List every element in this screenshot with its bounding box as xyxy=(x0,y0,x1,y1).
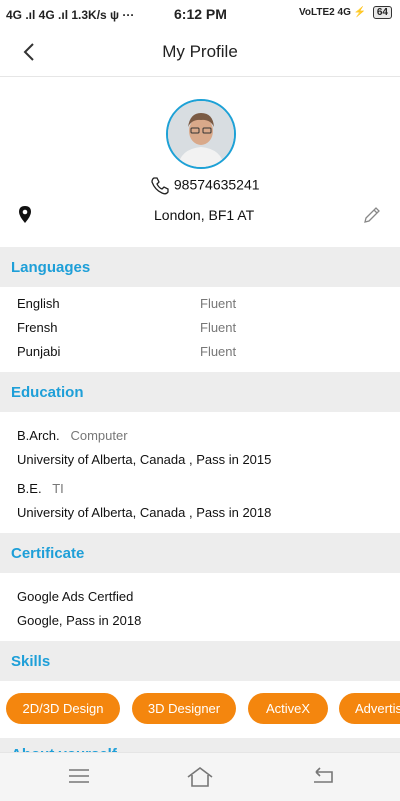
network-indicators: VoLTE2 4G ⚡ xyxy=(299,7,367,18)
certificate-name: Google Ads Certfied xyxy=(17,589,134,604)
education-detail: University of Alberta, Canada , Pass in … xyxy=(17,452,272,467)
education-title: Education xyxy=(11,384,84,401)
language-level: Fluent xyxy=(200,296,237,311)
language-level: Fluent xyxy=(200,344,237,359)
skill-chip[interactable]: 3D Designer xyxy=(132,693,236,724)
phone-icon xyxy=(151,177,169,195)
status-bar: 4G .ıl 4G .ıl 1.3K/s ψ ··· 6:12 PM VoLTE… xyxy=(0,0,400,28)
language-name: English xyxy=(17,296,60,311)
home-icon[interactable] xyxy=(186,766,214,788)
skill-chip[interactable]: ActiveX xyxy=(248,693,328,724)
education-degree-row: B.E. TI xyxy=(17,481,64,496)
status-time: 6:12 PM xyxy=(174,6,227,22)
location-pin-icon xyxy=(19,206,31,223)
languages-section-header: Languages xyxy=(0,247,400,287)
certificate-section-header: Certificate xyxy=(0,533,400,573)
language-name: Punjabi xyxy=(17,344,61,359)
location-text: London, BF1 AT xyxy=(154,207,255,223)
location-row: London, BF1 AT xyxy=(0,204,400,226)
certificate-title: Certificate xyxy=(11,545,85,562)
phone-number: 98574635241 xyxy=(173,176,260,193)
phone-row: 98574635241 xyxy=(150,176,260,196)
education-degree: B.Arch. xyxy=(17,428,60,443)
battery-icon: 64 xyxy=(372,6,392,19)
skill-chip[interactable]: Advertis xyxy=(339,693,400,724)
app-bar: My Profile xyxy=(0,28,400,77)
profile-photo xyxy=(168,101,234,167)
education-degree: B.E. xyxy=(17,481,42,496)
education-field: TI xyxy=(52,481,64,496)
education-detail: University of Alberta, Canada , Pass in … xyxy=(17,505,272,520)
edit-pencil-icon[interactable] xyxy=(362,205,382,225)
language-level: Fluent xyxy=(200,320,237,335)
skills-title: Skills xyxy=(11,653,51,670)
certificate-detail: Google, Pass in 2018 xyxy=(17,613,142,628)
avatar[interactable] xyxy=(166,99,236,169)
education-degree-row: B.Arch. Computer xyxy=(17,428,128,443)
status-left: 4G .ıl 4G .ıl 1.3K/s ψ ··· xyxy=(6,8,135,22)
skill-chip[interactable]: 2D/3D Design xyxy=(6,693,120,724)
language-name: Frensh xyxy=(17,320,58,335)
menu-icon[interactable] xyxy=(68,766,90,786)
skills-section-header: Skills xyxy=(0,641,400,681)
languages-title: Languages xyxy=(11,259,91,276)
education-section-header: Education xyxy=(0,372,400,412)
page-title: My Profile xyxy=(162,42,238,61)
back-nav-icon[interactable] xyxy=(312,766,334,786)
status-right: VoLTE2 4G ⚡ 64 xyxy=(299,6,392,19)
education-field: Computer xyxy=(70,428,128,443)
system-nav-bar xyxy=(0,752,400,801)
